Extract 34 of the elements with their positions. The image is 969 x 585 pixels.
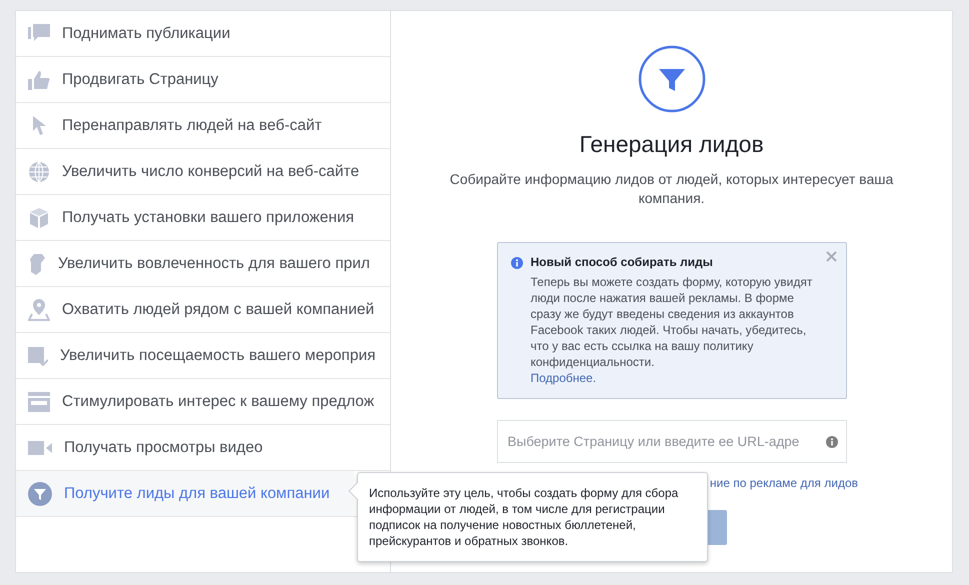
cube-icon [28, 206, 50, 228]
notice-text: Теперь вы можете создать форму, которую увидят люди после нажатия вашей рекламы. В форме сразу же будут введены сведения из аккаунтов Facebook таких людей. Чтобы начать, убедитесь, что у вас есть ссылка на вашу политику конфиденциальности. [530, 274, 814, 370]
storefront-icon [28, 392, 50, 412]
terms-link[interactable]: ние по рекламе для лидов [710, 476, 858, 490]
map-pin-icon [28, 298, 50, 320]
notice-title: Новый способ собирать лиды [530, 255, 714, 269]
tooltip-text: Используйте эту цель, чтобы создать форму для сбора информации от людей, в том числе для регистрации подписок на получение новостных бюллетеней, прейскурантов и обратных звонков. [369, 486, 678, 548]
learn-more-link[interactable]: Подробнее. [530, 370, 822, 386]
objective-label: Увеличить вовлеченность для вашего прил [58, 254, 370, 272]
thumbs-up-icon [28, 70, 50, 90]
objective-label: Получите лиды для вашей компании [64, 484, 330, 502]
funnel-icon [638, 45, 706, 113]
objective-label: Получать просмотры видео [64, 438, 263, 456]
speech-bubbles-icon [28, 24, 50, 44]
objective-label: Продвигать Страницу [62, 70, 218, 88]
info-icon [826, 436, 838, 448]
objective-label: Получать установки вашего приложения [62, 208, 354, 226]
objective-label: Перенаправлять людей на веб-сайт [62, 116, 322, 134]
page-title: Генерация лидов [579, 131, 764, 158]
page-field[interactable]: Выберите Страницу или введите ее URL-адре [496, 420, 846, 463]
close-button[interactable] [826, 251, 836, 262]
objective-item[interactable]: Получите лиды для вашей компании [16, 471, 354, 516]
close-icon [826, 251, 836, 262]
objective-label: Увеличить число конверсий на веб-сайте [62, 162, 360, 180]
calendar-icon [28, 346, 48, 366]
objective-label: Увеличить посещаемость вашего мероприя [60, 346, 376, 364]
globe-icon [28, 160, 50, 182]
page-subtitle: Собирайте информацию лидов от людей, которых интересует ваша компания. [448, 170, 894, 208]
info-icon [510, 257, 522, 269]
objective-label: Поднимать публикации [62, 24, 230, 42]
video-camera-icon [28, 440, 52, 454]
objective-label: Охватить людей рядом с вашей компанией [62, 300, 374, 318]
objective-label: Стимулировать интерес к вашему предлож [62, 392, 374, 410]
funnel-icon [28, 482, 52, 506]
